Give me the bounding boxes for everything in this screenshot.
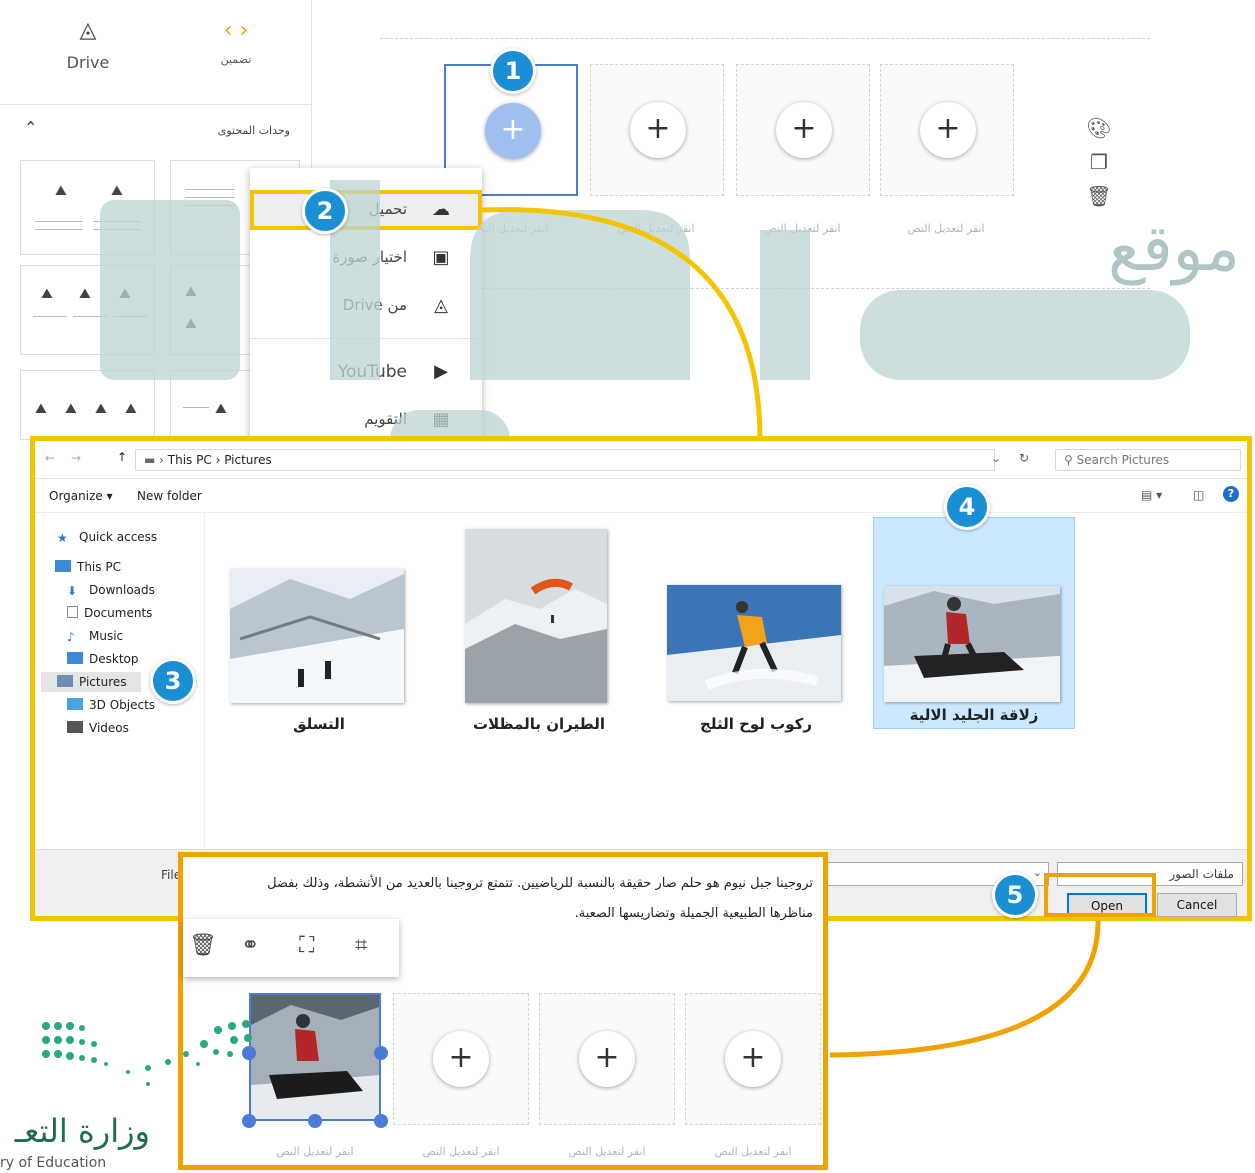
step-badge-2: 2: [302, 188, 348, 234]
step-badge-5: 5: [992, 872, 1038, 918]
ministry-name-arabic: وزارة التعـ: [14, 1112, 150, 1150]
connector-arrows: [481, 207, 1101, 1058]
ministry-logo-mark: [42, 1020, 252, 1086]
step-badge-4: 4: [944, 484, 990, 530]
step-badge-1: 1: [490, 48, 536, 94]
connector-arc: [829, 919, 1101, 1058]
step-badge-3: 3: [150, 658, 196, 704]
ministry-name-english: ry of Education: [0, 1155, 107, 1171]
connector-arc: [481, 207, 763, 441]
